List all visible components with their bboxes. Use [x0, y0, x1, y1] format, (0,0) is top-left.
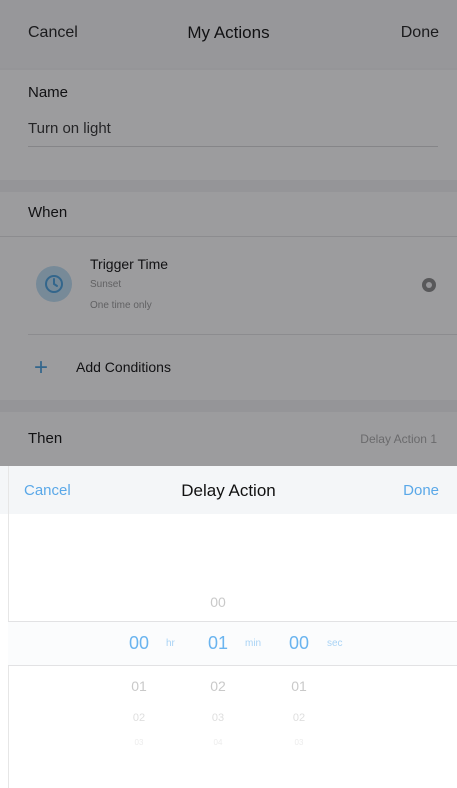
seconds-option[interactable]: 03 — [277, 738, 321, 747]
hours-option[interactable]: 01 — [117, 678, 161, 694]
seconds-option[interactable]: 02 — [277, 712, 321, 724]
hours-unit-label: hr — [166, 638, 175, 649]
action-editor: Cancel My Actions Done Name Turn on ligh… — [0, 0, 457, 466]
seconds-unit-label: sec — [327, 638, 343, 649]
hours-selected-value[interactable]: 00 — [117, 633, 161, 654]
seconds-selected-value[interactable]: 00 — [277, 633, 321, 654]
hours-option[interactable]: 02 — [117, 712, 161, 724]
picker-selection-bottom-line — [8, 665, 457, 666]
picker-selection-top-line — [8, 621, 457, 622]
sheet-title: Delay Action — [181, 481, 276, 500]
sheet-done-button[interactable]: Done — [403, 482, 439, 499]
hours-option[interactable]: 03 — [117, 738, 161, 747]
minutes-option[interactable]: 03 — [196, 712, 240, 724]
minutes-option[interactable]: 04 — [196, 738, 240, 747]
screen: Cancel My Actions Done Name Turn on ligh… — [0, 0, 457, 788]
seconds-option[interactable]: 01 — [277, 678, 321, 694]
sheet-header: Cancel Delay Action Done — [0, 466, 457, 514]
minutes-unit-label: min — [245, 638, 262, 649]
minutes-option[interactable]: 00 — [196, 594, 240, 610]
dim-overlay[interactable] — [0, 0, 457, 466]
minutes-selected-value[interactable]: 01 — [196, 633, 240, 654]
minutes-option[interactable]: 02 — [196, 678, 240, 694]
